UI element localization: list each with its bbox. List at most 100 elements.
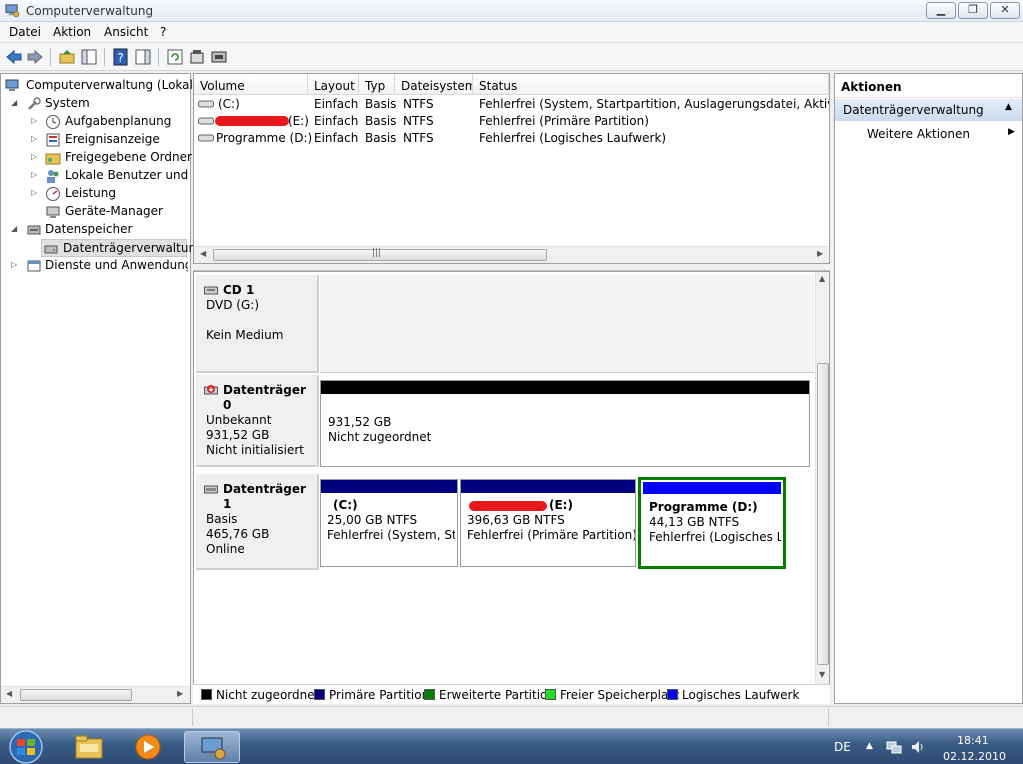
scroll-left-arrow-icon[interactable]: ◀ [200, 249, 206, 258]
partition-d[interactable]: Programme (D:) 44,13 GB NTFS Fehlerfrei … [638, 477, 786, 569]
column-volume[interactable]: Volume [194, 74, 308, 95]
tree-item-dienste[interactable]: ▷ Dienste und Anwendungen [3, 257, 188, 275]
computer-management-icon [5, 4, 20, 18]
collapse-arrow-icon[interactable]: ▲ [1005, 102, 1012, 112]
tree-item-geraete-manager[interactable]: Geräte-Manager [3, 203, 188, 221]
taskbar-explorer[interactable] [62, 731, 118, 763]
disk-settings-icon[interactable] [210, 48, 228, 66]
action-pane-icon[interactable] [134, 48, 152, 66]
partition-label: Programme (D:) [649, 500, 758, 514]
menu-aktion[interactable]: Aktion [53, 25, 91, 39]
disk-state: Nicht initialisiert [206, 443, 304, 457]
partition-status: Fehlerfrei (Logisches La [649, 530, 781, 544]
cd-area [320, 275, 814, 373]
submenu-arrow-icon: ▶ [1008, 127, 1015, 137]
expanded-arrow-icon[interactable]: ◢ [11, 98, 17, 107]
disk-name: Datenträger 0 [223, 383, 306, 412]
disk-header-disk1[interactable]: Datenträger 1 Basis 465,76 GB Online [196, 474, 319, 570]
scroll-right-arrow-icon[interactable]: ▶ [817, 249, 823, 258]
tree-item-aufgabenplanung[interactable]: ▷ Aufgabenplanung [3, 113, 188, 131]
tree-item-leistung[interactable]: ▷ Leistung [3, 185, 188, 203]
volume-list: Volume Layout Typ Dateisystem Status (C:… [193, 73, 830, 264]
collapsed-arrow-icon[interactable]: ▷ [31, 152, 37, 161]
scroll-down-arrow-icon[interactable]: ▼ [819, 670, 825, 679]
clock-time[interactable]: 18:41 [957, 734, 989, 747]
disk-state: Kein Medium [206, 328, 284, 342]
partition-unallocated[interactable]: 931,52 GB Nicht zugeordnet [320, 380, 810, 467]
disk-header-disk0[interactable]: Datenträger 0 Unbekannt 931,52 GB Nicht … [196, 375, 319, 467]
help-icon[interactable]: ? [112, 48, 130, 66]
scroll-up-arrow-icon[interactable]: ▲ [819, 274, 825, 283]
partition-bar [321, 381, 809, 394]
folder-up-icon[interactable] [58, 48, 76, 66]
column-status[interactable]: Status [473, 74, 829, 95]
refresh-icon[interactable] [166, 48, 184, 66]
tree-item-freigegebene-ordner[interactable]: ▷ Freigegebene Ordner [3, 149, 192, 167]
computer-management-icon [5, 79, 19, 91]
services-icon [27, 260, 41, 272]
collapsed-arrow-icon[interactable]: ▷ [31, 134, 37, 143]
volume-status: Fehlerfrei (System, Startpartition, Ausl… [479, 97, 829, 111]
disk-vertical-scrollbar[interactable]: ▲ ▼ [815, 272, 829, 688]
more-actions-item[interactable]: Weitere Aktionen ▶ [835, 124, 1022, 144]
column-layout[interactable]: Layout [308, 74, 359, 95]
tree-item-datentraegerverwaltung[interactable]: Datenträgerverwaltung [41, 239, 204, 257]
pane-splitter[interactable] [193, 264, 830, 271]
volume-icon[interactable] [910, 739, 926, 755]
column-dateisystem[interactable]: Dateisystem [395, 74, 473, 95]
tree-label-datentraegerverwaltung: Datenträgerverwaltung [63, 241, 204, 255]
tree-item-lokale-benutzer[interactable]: ▷ Lokale Benutzer und Gr [3, 167, 188, 185]
tree-item-datenspeicher[interactable]: ◢ Datenspeicher [3, 221, 188, 239]
tree-item-ereignisanzeige[interactable]: ▷ Ereignisanzeige [3, 131, 188, 149]
taskbar-media-player[interactable] [120, 731, 176, 763]
partition-size: 931,52 GB [328, 415, 392, 429]
close-button[interactable]: ✕ [990, 2, 1020, 19]
collapsed-arrow-icon[interactable]: ▷ [31, 188, 37, 197]
partition-c[interactable]: (C:) 25,00 GB NTFS Fehlerfrei (System, S… [320, 479, 458, 567]
tree-item-root[interactable]: Computerverwaltung (Lokal) [3, 77, 198, 95]
collapsed-arrow-icon[interactable]: ▷ [31, 170, 37, 179]
forward-arrow-icon[interactable] [26, 48, 44, 66]
scroll-left-arrow-icon[interactable]: ◀ [6, 689, 12, 698]
disk-header-cd1[interactable]: CD 1 DVD (G:) Kein Medium [196, 275, 319, 373]
scroll-thumb[interactable] [20, 689, 132, 701]
start-button[interactable] [4, 730, 48, 764]
expanded-arrow-icon[interactable]: ◢ [11, 224, 17, 233]
back-arrow-icon[interactable] [5, 48, 23, 66]
clock-date[interactable]: 02.12.2010 [943, 750, 1006, 763]
properties-icon[interactable] [188, 48, 206, 66]
volume-status: Fehlerfrei (Logisches Laufwerk) [479, 131, 667, 145]
taskbar-computer-management[interactable] [184, 731, 240, 763]
partition-e[interactable]: (E:) 396,63 GB NTFS Fehlerfrei (Primäre … [460, 479, 636, 567]
tray-expand-icon[interactable]: ▲ [866, 741, 873, 751]
scroll-right-arrow-icon[interactable]: ▶ [177, 689, 183, 698]
partition-size: 44,13 GB NTFS [649, 515, 740, 529]
maximize-button[interactable]: ❐ [958, 2, 988, 19]
partition-status: Fehlerfrei (System, Start [327, 528, 455, 542]
tree-label-dienste: Dienste und Anwendungen [45, 258, 188, 272]
scroll-thumb[interactable] [817, 363, 829, 665]
network-icon[interactable] [886, 739, 902, 755]
disk-size: 931,52 GB [206, 428, 270, 442]
tree-item-system[interactable]: ◢ System [3, 95, 188, 113]
menu-datei[interactable]: Datei [9, 25, 41, 39]
scroll-thumb[interactable]: ||| [213, 248, 547, 261]
disk-management-icon [44, 245, 58, 254]
console-tree-icon[interactable] [80, 48, 98, 66]
collapsed-arrow-icon[interactable]: ▷ [11, 260, 17, 269]
language-indicator[interactable]: DE [834, 740, 851, 754]
list-horizontal-scrollbar[interactable]: ◀ ||| ▶ [194, 246, 829, 263]
actions-section-header[interactable]: Datenträgerverwaltung ▲ [835, 99, 1022, 121]
partition-bar [321, 480, 457, 493]
volume-typ: Basis [365, 131, 397, 145]
partition-info: (E:) 396,63 GB NTFS Fehlerfrei (Primäre … [467, 498, 635, 543]
column-typ[interactable]: Typ [359, 74, 395, 95]
menu-help[interactable]: ? [160, 25, 166, 39]
disk-type: Unbekannt [206, 413, 272, 427]
window-title: Computerverwaltung [26, 4, 154, 18]
collapsed-arrow-icon[interactable]: ▷ [31, 116, 37, 125]
tree-label-freigegebene-ordner: Freigegebene Ordner [65, 150, 192, 164]
menu-ansicht[interactable]: Ansicht [104, 25, 148, 39]
minimize-button[interactable]: ▁ [926, 2, 956, 19]
tree-horizontal-scrollbar[interactable]: ◀ ▶ [1, 686, 190, 703]
